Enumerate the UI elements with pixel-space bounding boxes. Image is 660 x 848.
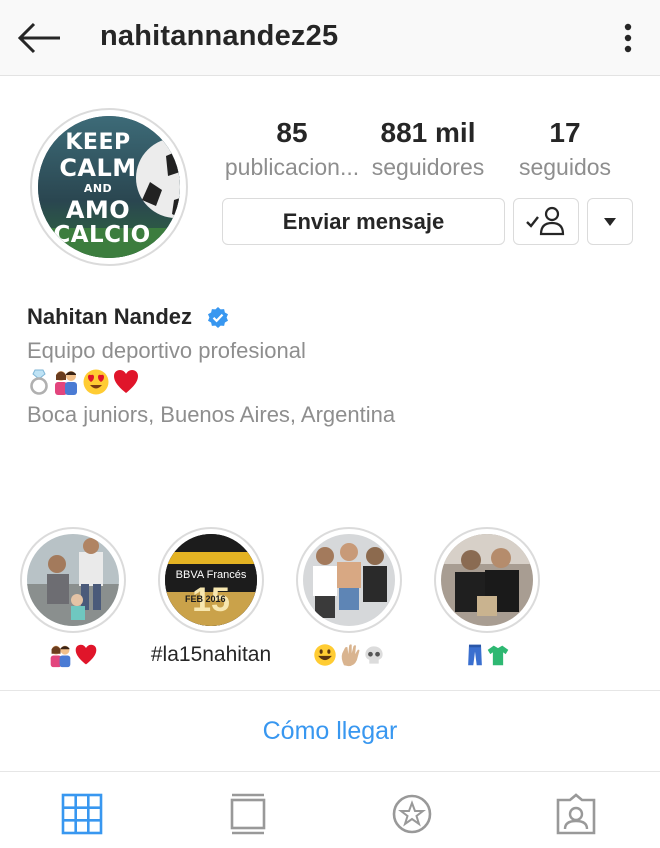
red-heart-emoji [114,370,138,393]
tab-tagged[interactable] [554,792,598,836]
avatar-text-calm: CALM [59,154,137,182]
more-vertical-icon [624,23,632,53]
highlight-ring [20,527,126,633]
feed-icon [230,793,266,835]
highlight-cover-image: BBVA Francés 15 FEB 2016 [165,534,257,626]
tab-grid[interactable] [60,792,104,836]
caret-down-icon [604,218,616,226]
ring-emoji [30,369,48,395]
bio-emoji-row [28,368,140,396]
following-label: seguidos [518,154,612,180]
grinning-emoji [314,644,336,666]
posts-stat[interactable]: 85 publicacion... [222,116,362,184]
highlight-item[interactable]: BBVA Francés 15 FEB 2016 #la15nahitan [150,527,272,669]
tab-saved[interactable] [390,792,434,836]
grid-icon [61,793,103,835]
suggestions-dropdown-button[interactable] [587,198,633,245]
avatar-text-and: AND [83,182,113,195]
avatar-ring: KEEP CALM AND AMO CALCIO [30,108,188,266]
profile-category: Equipo deportivo profesional [27,338,306,363]
following-count: 17 [549,117,581,148]
highlight-cover-image [27,534,119,626]
arrow-left-icon [17,22,60,54]
followers-label: seguidores [371,154,485,180]
heart-eyes-emoji [83,369,109,395]
profile-avatar[interactable]: KEEP CALM AND AMO CALCIO [38,116,180,258]
wave-hand-emoji [341,644,360,667]
highlight-ring [296,527,402,633]
highlight-item[interactable] [434,527,540,669]
shirt-emoji [487,645,508,666]
avatar-text-calcio: CALCIO [53,222,151,248]
user-check-icon [526,206,565,236]
highlight-label [20,641,126,669]
verified-badge-icon [208,307,228,328]
posts-label: publicacion... [224,154,360,180]
followers-stat[interactable]: 881 mil seguidores [362,116,494,184]
directions-button[interactable]: Cómo llegar [0,690,660,772]
avatar-text-keep: KEEP [65,130,131,155]
tab-feed[interactable] [226,792,270,836]
highlight-cover-image [303,534,395,626]
highlight-label: #la15nahitan [150,643,272,666]
following-button[interactable] [513,198,579,245]
send-message-button[interactable]: Enviar mensaje [222,198,505,245]
couple-emoji [50,645,71,667]
profile-location: Boca juniors, Buenos Aires, Argentina [27,402,396,427]
red-heart-emoji [75,644,97,665]
highlight-label [434,641,540,669]
highlight-ring: BBVA Francés 15 FEB 2016 [158,527,264,633]
highlight-ring [434,527,540,633]
profile-full-name: Nahitan Nandez [27,304,193,329]
profile-tab-bar [0,772,660,848]
more-options-button[interactable] [614,18,642,58]
back-button[interactable] [16,18,64,58]
highlight-date: FEB 2016 [185,594,226,604]
posts-count: 85 [276,117,308,148]
highlight-item[interactable] [296,527,402,669]
jeans-emoji [467,644,482,666]
highlight-cover-image [441,534,533,626]
profile-username: nahitannandez25 [100,20,339,52]
tagged-icon [556,793,596,835]
highlight-label [296,641,402,669]
following-stat[interactable]: 17 seguidos [510,116,620,184]
followers-count: 881 mil [380,117,476,148]
highlight-item[interactable] [20,527,126,669]
top-bar: nahitannandez25 [0,0,660,76]
couple-emoji [55,371,77,395]
skull-emoji [365,646,383,664]
saved-icon [392,794,432,834]
avatar-text-amo: AMO [65,196,131,224]
highlight-sign-text: BBVA Francés [175,569,247,581]
